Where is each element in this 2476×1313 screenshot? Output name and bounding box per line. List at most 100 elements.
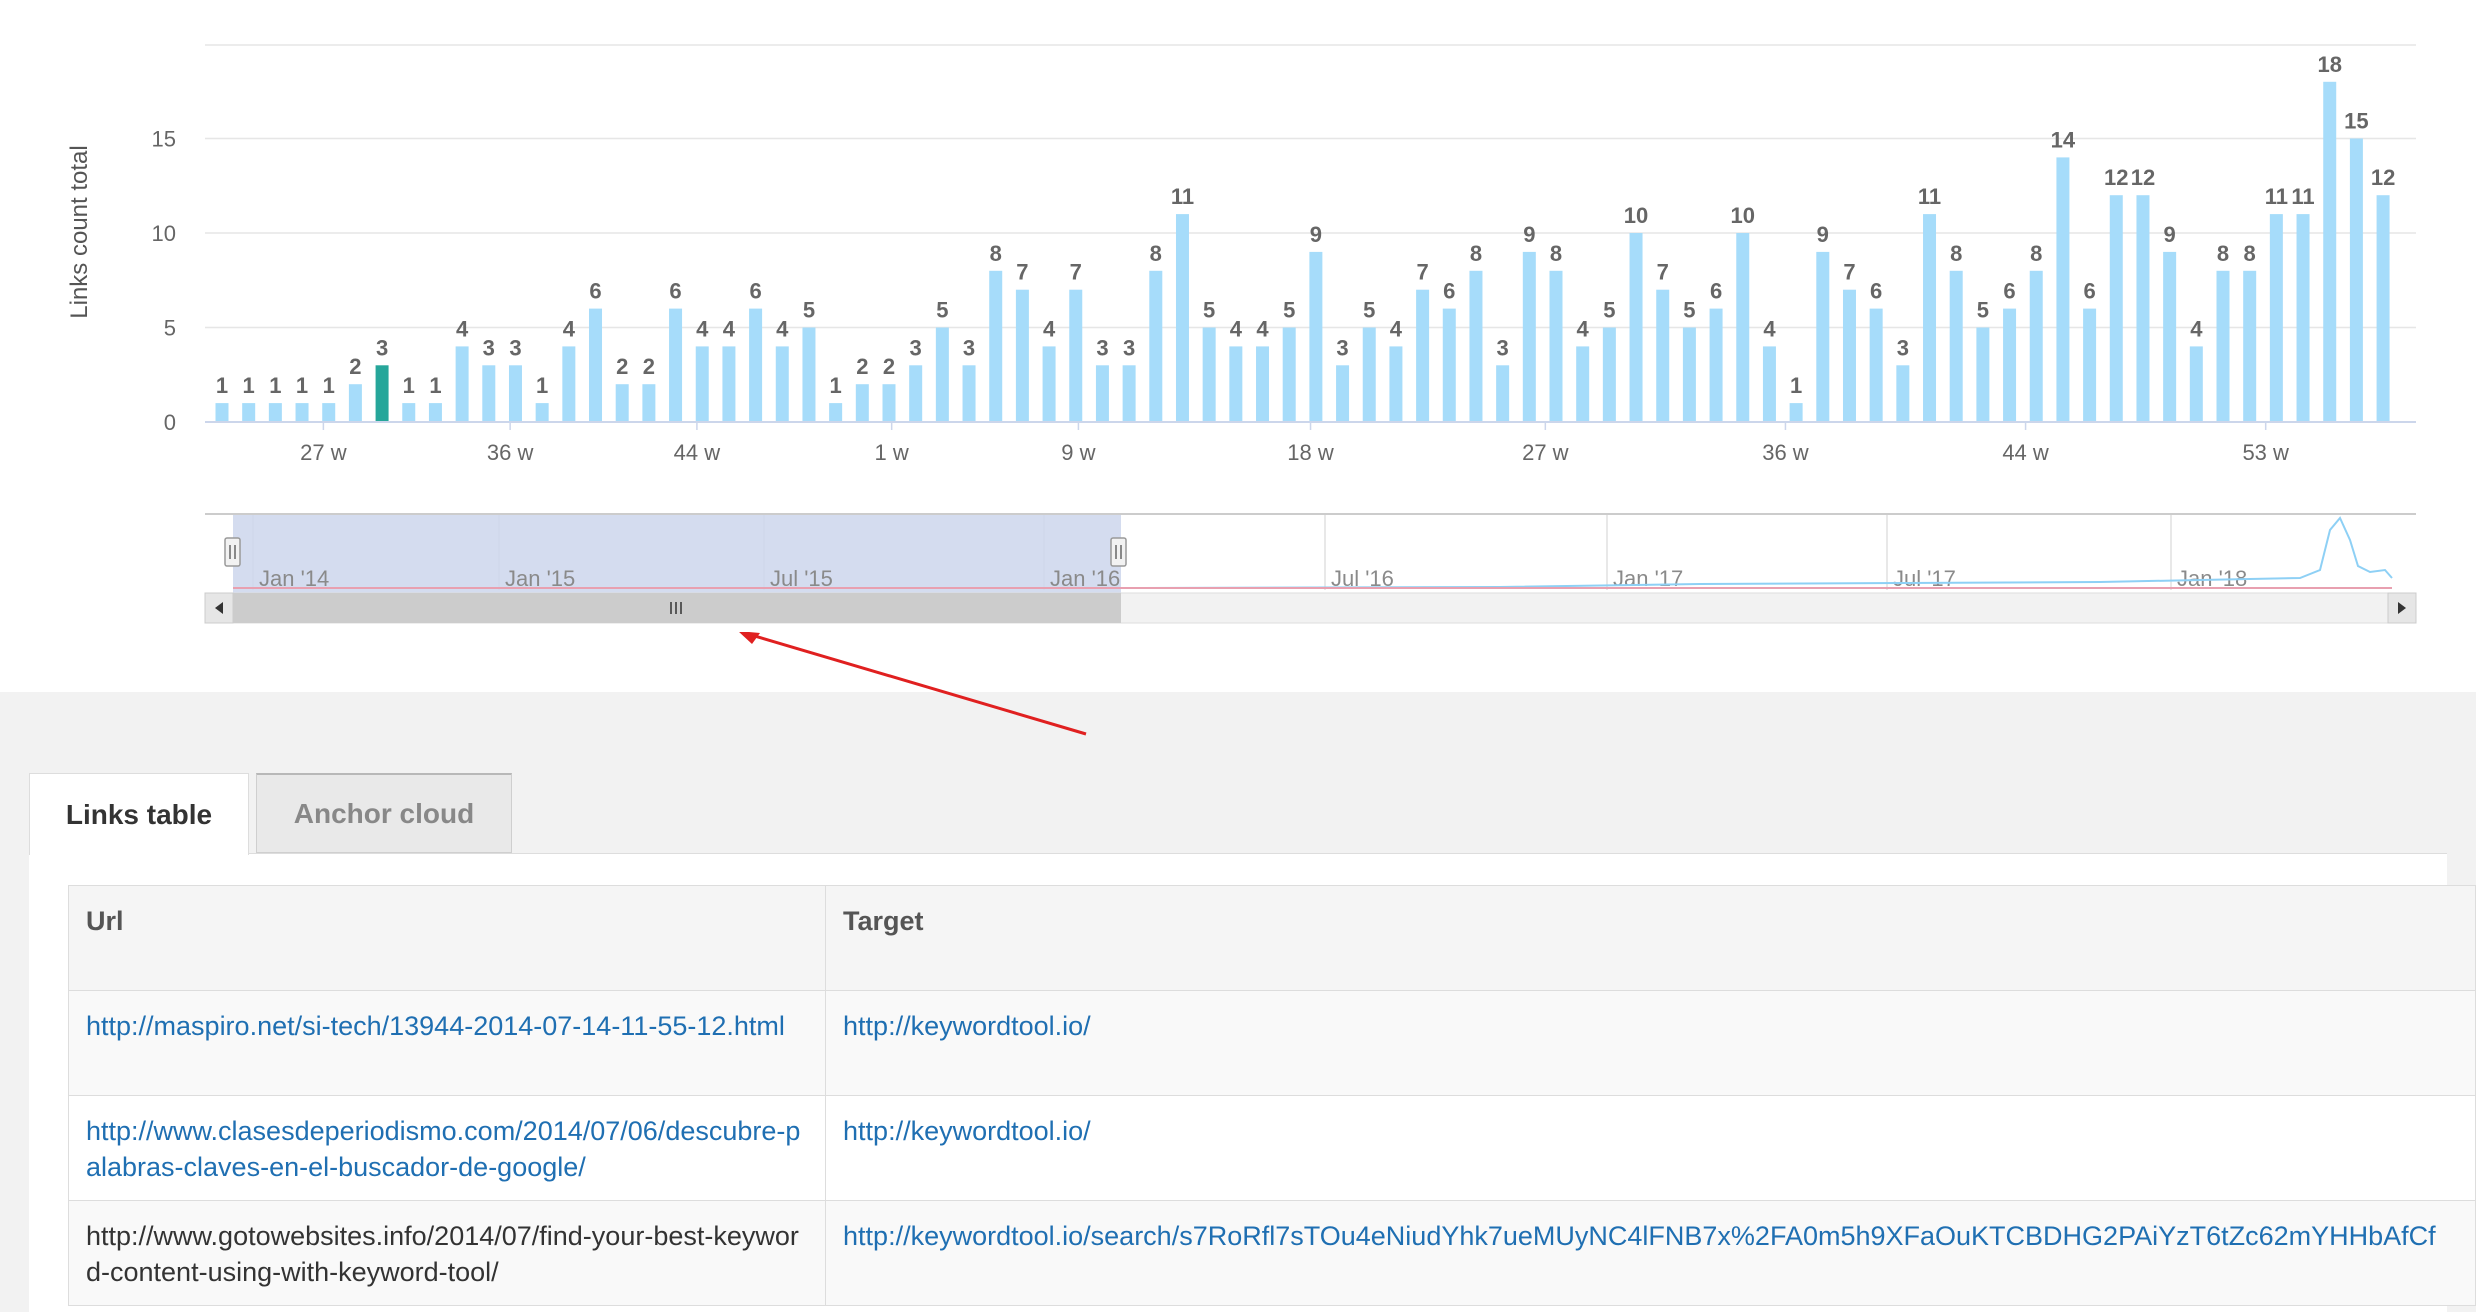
navigator-right-handle[interactable]	[1110, 537, 1127, 567]
bar[interactable]	[1923, 214, 1937, 422]
bar[interactable]	[562, 346, 576, 422]
scroll-right-button[interactable]	[2387, 592, 2417, 624]
bar[interactable]	[2109, 195, 2123, 422]
bar[interactable]	[295, 403, 309, 422]
bar[interactable]	[1602, 327, 1616, 423]
bar[interactable]	[1015, 289, 1029, 422]
bar[interactable]	[2323, 81, 2337, 423]
bar[interactable]	[1762, 346, 1776, 422]
bar[interactable]	[1549, 270, 1563, 422]
bar[interactable]	[1816, 251, 1830, 422]
bar[interactable]	[775, 346, 789, 422]
bar[interactable]	[215, 403, 229, 422]
target-link[interactable]: http://keywordtool.io/	[843, 1011, 1091, 1041]
bar[interactable]	[2029, 270, 2043, 422]
bar[interactable]	[749, 308, 763, 422]
bar[interactable]	[1069, 289, 1083, 422]
bar[interactable]	[1789, 403, 1803, 422]
bar[interactable]	[722, 346, 736, 422]
bar[interactable]	[2349, 138, 2363, 423]
bar[interactable]	[2243, 270, 2257, 422]
bar[interactable]	[2163, 251, 2177, 422]
bar[interactable]	[1042, 346, 1056, 422]
bar[interactable]	[375, 365, 389, 422]
bar[interactable]	[1576, 346, 1590, 422]
bar[interactable]	[2003, 308, 2017, 422]
target-link[interactable]: http://keywordtool.io/	[843, 1116, 1091, 1146]
bar[interactable]	[2296, 214, 2310, 422]
bar[interactable]	[1442, 308, 1456, 422]
bar[interactable]	[242, 403, 256, 422]
bar[interactable]	[589, 308, 603, 422]
bar[interactable]	[1496, 365, 1510, 422]
bar[interactable]	[322, 403, 336, 422]
bar[interactable]	[1976, 327, 1990, 423]
bar[interactable]	[615, 384, 629, 422]
bar[interactable]	[1416, 289, 1430, 422]
bar[interactable]	[1842, 289, 1856, 422]
url-text[interactable]: http://www.gotowebsites.info/2014/07/fin…	[86, 1221, 799, 1287]
tab-links-table[interactable]: Links table	[29, 773, 249, 855]
bar[interactable]	[962, 365, 976, 422]
bar[interactable]	[1362, 327, 1376, 423]
bar[interactable]	[989, 270, 1003, 422]
bar[interactable]	[1202, 327, 1216, 423]
bar[interactable]	[909, 365, 923, 422]
bar[interactable]	[1095, 365, 1109, 422]
bar[interactable]	[1309, 251, 1323, 422]
bar[interactable]	[1175, 214, 1189, 422]
bar[interactable]	[2056, 157, 2070, 422]
bar[interactable]	[2083, 308, 2097, 422]
column-header-url[interactable]: Url	[67, 885, 827, 991]
bar[interactable]	[882, 384, 896, 422]
bar[interactable]	[2376, 195, 2390, 422]
bar[interactable]	[268, 403, 282, 422]
bar[interactable]	[1682, 327, 1696, 423]
bar[interactable]	[1709, 308, 1723, 422]
bar[interactable]	[535, 403, 549, 422]
bar[interactable]	[1122, 365, 1136, 422]
bar[interactable]	[428, 403, 442, 422]
bar[interactable]	[1736, 233, 1750, 422]
scroll-left-button[interactable]	[204, 592, 234, 624]
bar[interactable]	[1896, 365, 1910, 422]
bar[interactable]	[1656, 289, 1670, 422]
target-link[interactable]: http://keywordtool.io/search/s7RoRfl7sTO…	[843, 1221, 2436, 1251]
bar[interactable]	[1149, 270, 1163, 422]
bar[interactable]	[1629, 233, 1643, 422]
navigator-left-handle[interactable]	[224, 537, 241, 567]
bar[interactable]	[1336, 365, 1350, 422]
bar[interactable]	[1256, 346, 1270, 422]
bar[interactable]	[829, 403, 843, 422]
bar[interactable]	[2269, 214, 2283, 422]
tab-anchor-cloud[interactable]: Anchor cloud	[256, 773, 512, 853]
bar[interactable]	[642, 384, 656, 422]
bar[interactable]	[402, 403, 416, 422]
bar[interactable]	[1949, 270, 1963, 422]
bar[interactable]	[482, 365, 496, 422]
bar[interactable]	[802, 327, 816, 423]
bar[interactable]	[2216, 270, 2230, 422]
url-link[interactable]: http://www.clasesdeperiodismo.com/2014/0…	[86, 1116, 800, 1182]
bar[interactable]	[695, 346, 709, 422]
bar[interactable]	[2189, 346, 2203, 422]
bar[interactable]	[348, 384, 362, 422]
bar[interactable]	[1522, 251, 1536, 422]
navigator-scrollbar-thumb[interactable]	[233, 593, 1121, 623]
bar-value-label: 7	[1070, 260, 1082, 285]
range-navigator[interactable]: Jan '14 Jan '15 Jul '15 Jan '16 Jul '16 Jan '…	[204, 513, 2417, 624]
bar[interactable]	[1469, 270, 1483, 422]
bar[interactable]	[455, 346, 469, 422]
bar[interactable]	[855, 384, 869, 422]
bar[interactable]	[2136, 195, 2150, 422]
bar[interactable]	[669, 308, 683, 422]
bar[interactable]	[508, 365, 522, 422]
bar[interactable]	[1229, 346, 1243, 422]
bar[interactable]	[1282, 327, 1296, 423]
url-link[interactable]: http://maspiro.net/si-tech/13944-2014-07…	[86, 1011, 785, 1041]
column-header-target[interactable]: Target	[825, 885, 2476, 991]
bar[interactable]	[1389, 346, 1403, 422]
bar[interactable]	[935, 327, 949, 423]
bar-value-label: 4	[723, 316, 736, 341]
bar[interactable]	[1869, 308, 1883, 422]
